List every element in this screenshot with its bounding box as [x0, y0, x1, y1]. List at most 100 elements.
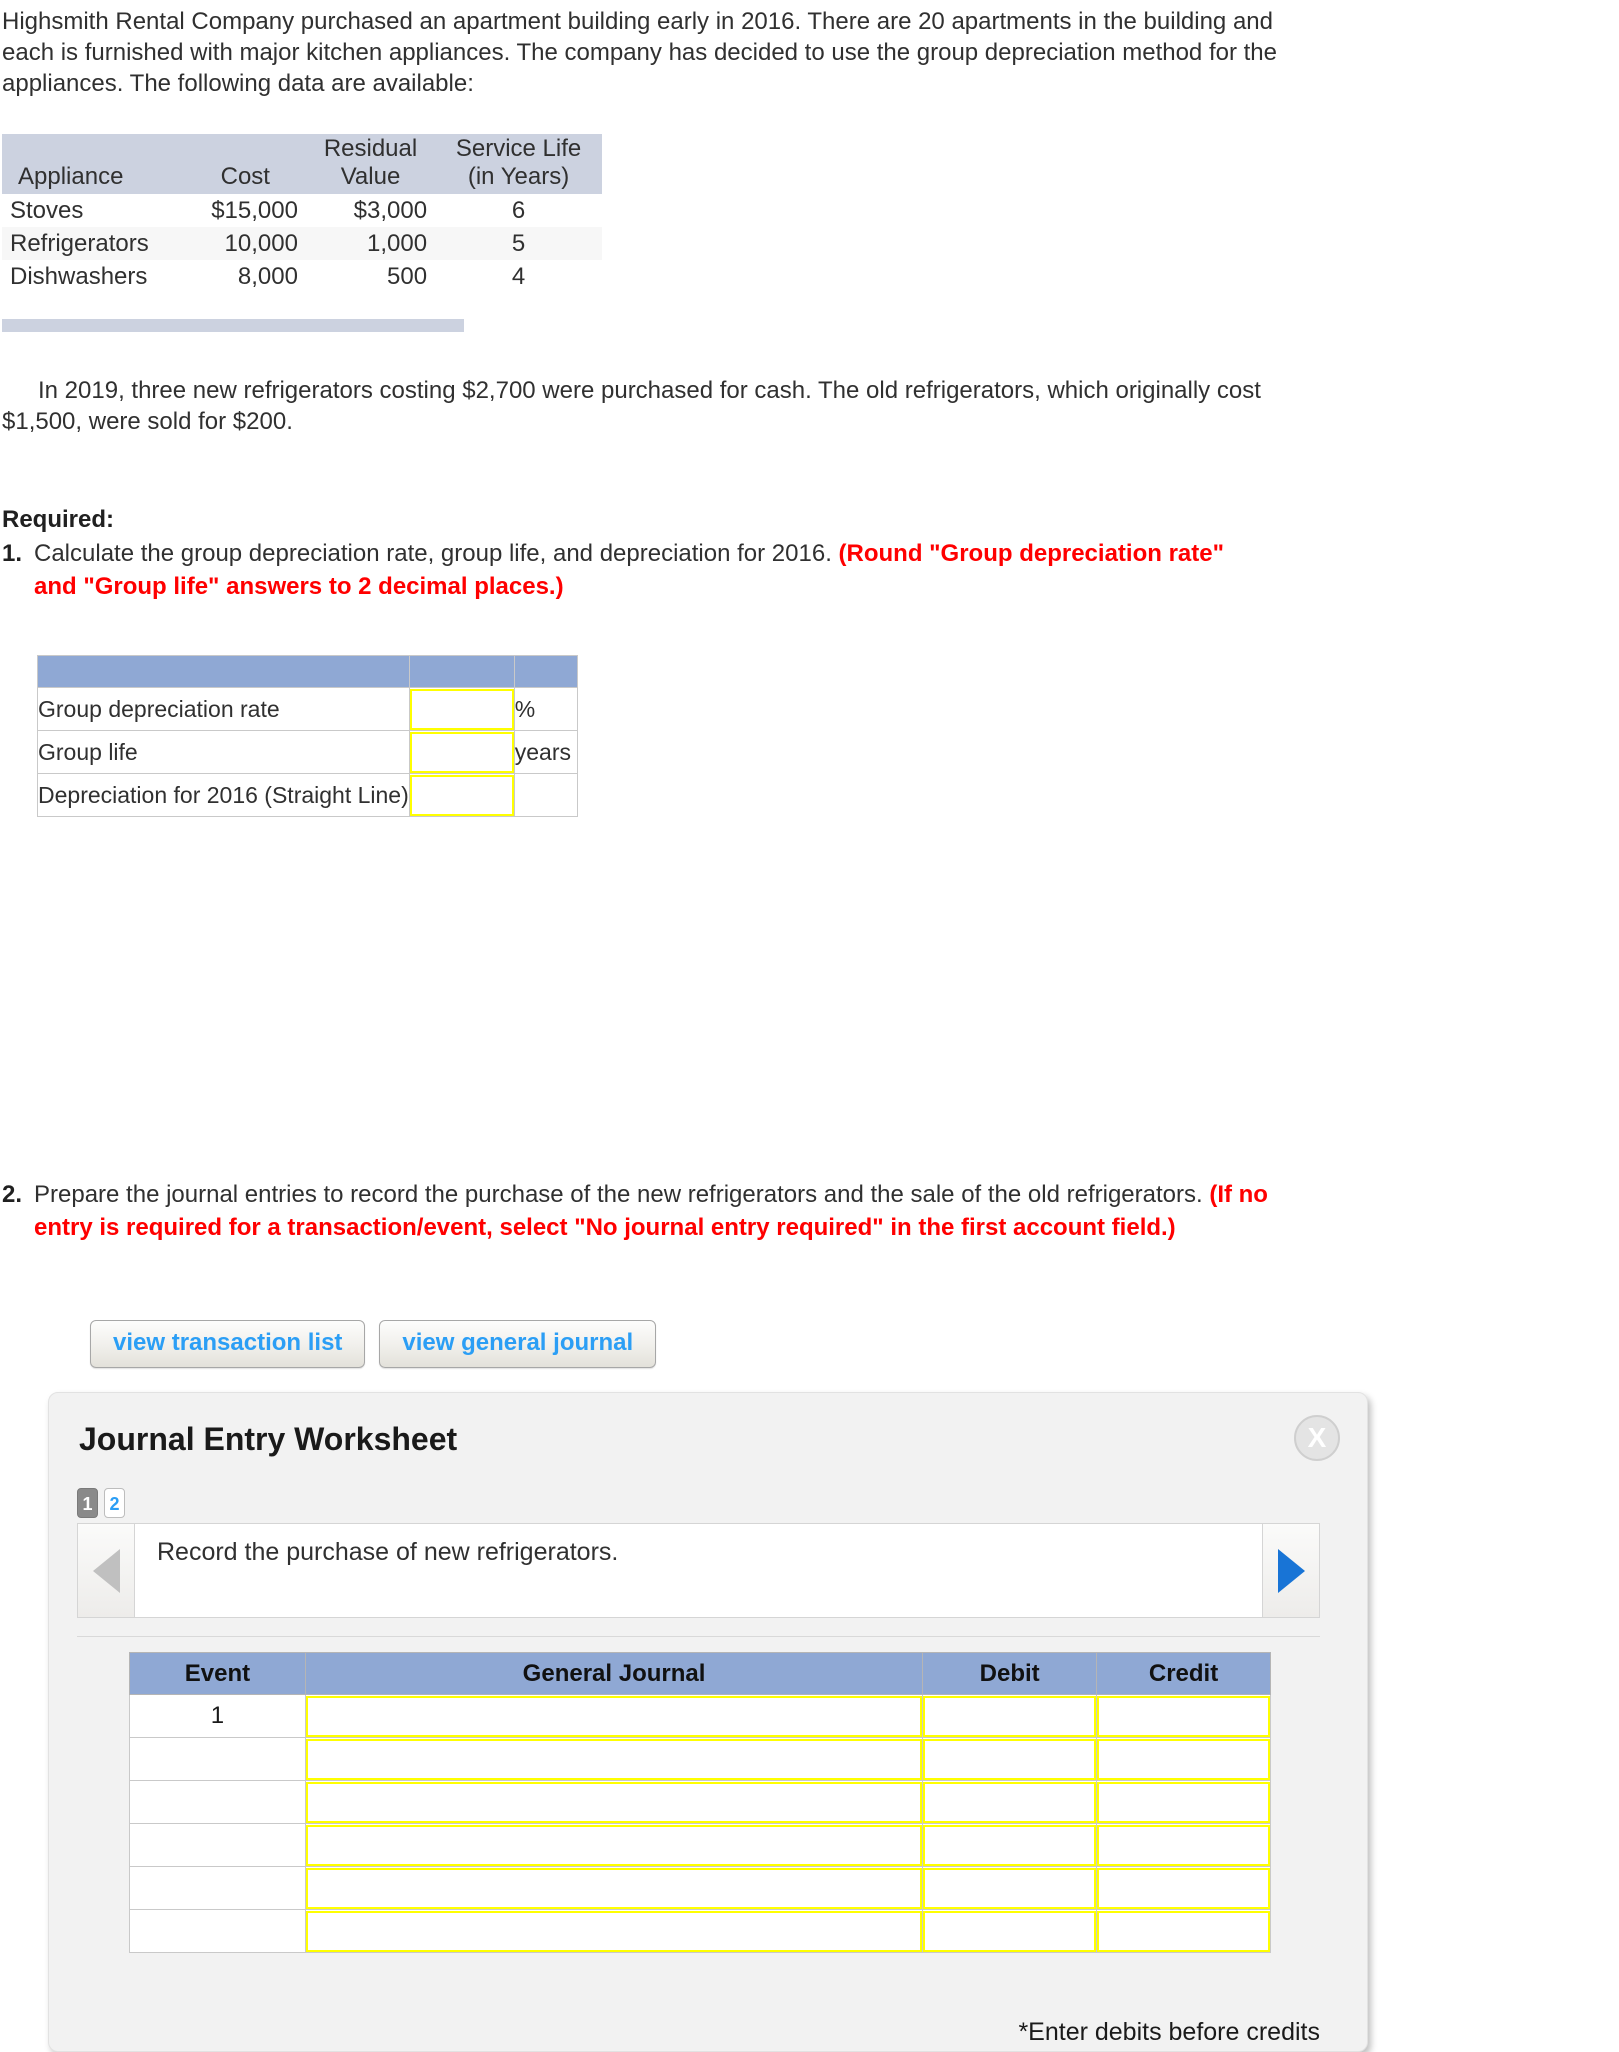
journal-credit-cell[interactable] [1096, 1737, 1271, 1781]
journal-account-input[interactable] [305, 1695, 923, 1737]
header-cost-text: Cost [220, 163, 270, 190]
journal-account-input[interactable] [305, 1738, 923, 1780]
requirement-1-body: Calculate the group depreciation rate, g… [34, 537, 1252, 603]
answer-input-cell[interactable] [408, 730, 515, 774]
appliance-table-header-row: Appliance Cost Residual Value Service Li… [2, 134, 602, 194]
header-appliance: Appliance [2, 134, 185, 194]
close-icon[interactable]: X [1294, 1415, 1340, 1461]
answer-table-body: Group depreciation rate % Group life yea… [37, 687, 578, 817]
journal-debit-input[interactable] [923, 1910, 1097, 1952]
answer-header-label-col [37, 655, 410, 688]
journal-debit-cell[interactable] [922, 1780, 1098, 1824]
worksheet-title: Journal Entry Worksheet [79, 1421, 458, 1457]
answer-input-cell[interactable] [408, 687, 515, 731]
header-appliance-text: Appliance [18, 163, 124, 190]
journal-credit-input[interactable] [1097, 1824, 1270, 1866]
journal-event-cell [129, 1737, 306, 1781]
cell-life: 5 [435, 227, 602, 260]
journal-account-cell[interactable] [304, 1694, 924, 1738]
answer-row-label: Group depreciation rate [37, 687, 410, 731]
chevron-right-icon [1277, 1548, 1305, 1593]
worksheet-page-tab-1[interactable]: 1 [77, 1488, 98, 1518]
journal-debit-cell[interactable] [922, 1694, 1098, 1738]
requirement-2: 2. Prepare the journal entries to record… [2, 1178, 1282, 1244]
view-general-journal-button[interactable]: view general journal [379, 1320, 657, 1368]
header-service-top: Service Life [455, 135, 582, 162]
journal-account-input[interactable] [305, 1781, 923, 1823]
table-row: Dishwashers 8,000 500 4 [2, 260, 602, 293]
journal-credit-input[interactable] [1097, 1738, 1270, 1780]
journal-account-cell[interactable] [304, 1780, 924, 1824]
journal-credit-input[interactable] [1097, 1695, 1270, 1737]
journal-debit-input[interactable] [923, 1695, 1097, 1737]
worksheet-page-tab-2[interactable]: 2 [104, 1488, 125, 1518]
journal-debit-cell[interactable] [922, 1866, 1098, 1910]
journal-event-cell [129, 1909, 306, 1953]
journal-credit-cell[interactable] [1096, 1866, 1271, 1910]
journal-account-cell[interactable] [304, 1737, 924, 1781]
table-row: Group depreciation rate % [37, 687, 578, 731]
table-row [129, 1866, 1271, 1910]
table-row: Stoves $15,000 $3,000 6 [2, 194, 602, 227]
journal-account-input[interactable] [305, 1910, 923, 1952]
cell-cost: 10,000 [184, 227, 306, 260]
journal-account-input[interactable] [305, 1867, 923, 1909]
view-buttons-group: view transaction list view general journ… [90, 1320, 657, 1368]
table-row [129, 1780, 1271, 1824]
journal-credit-input[interactable] [1097, 1867, 1270, 1909]
cell-cost: 8,000 [237, 263, 298, 290]
header-residual-value: Residual Value [305, 134, 436, 194]
journal-debit-input[interactable] [923, 1781, 1097, 1823]
journal-event-cell [129, 1823, 306, 1867]
requirement-1-text: Calculate the group depreciation rate, g… [34, 540, 839, 567]
answer-row-unit: years [513, 730, 578, 774]
table-row [129, 1823, 1271, 1867]
journal-account-cell[interactable] [304, 1909, 924, 1953]
table-row: Refrigerators 10,000 1,000 5 [2, 227, 602, 260]
journal-header-event: Event [129, 1652, 306, 1695]
group-life-input[interactable] [409, 731, 514, 773]
journal-account-cell[interactable] [304, 1866, 924, 1910]
cell-residual: 500 [387, 263, 428, 290]
chevron-left-icon [92, 1548, 120, 1593]
cell-residual: 1,000 [305, 227, 436, 260]
journal-account-cell[interactable] [304, 1823, 924, 1867]
cell-cost: $15,000 [211, 197, 298, 224]
group-depreciation-rate-input[interactable] [409, 688, 514, 730]
journal-debit-input[interactable] [923, 1738, 1097, 1780]
table-row [129, 1909, 1271, 1953]
journal-debit-input[interactable] [923, 1867, 1097, 1909]
journal-credit-cell[interactable] [1096, 1823, 1271, 1867]
enter-debits-note: *Enter debits before credits [1018, 2018, 1320, 2046]
answer-row-label: Group life [37, 730, 410, 774]
requirement-2-text: Prepare the journal entries to record th… [34, 1181, 1210, 1208]
requirement-1: 1. Calculate the group depreciation rate… [2, 537, 1252, 603]
journal-credit-cell[interactable] [1096, 1909, 1271, 1953]
worksheet-pager: 1 2 [77, 1488, 125, 1518]
journal-account-input[interactable] [305, 1824, 923, 1866]
header-cost: Cost [184, 134, 306, 194]
appliance-table-body: Stoves $15,000 $3,000 6 Refrigerators 10… [2, 194, 602, 293]
intro-paragraph: Highsmith Rental Company purchased an ap… [2, 8, 1277, 97]
journal-debit-cell[interactable] [922, 1823, 1098, 1867]
journal-debit-cell[interactable] [922, 1737, 1098, 1781]
header-service-bottom: (in Years) [467, 163, 570, 190]
table-row: 1 [129, 1694, 1271, 1738]
answer-row-unit [513, 773, 578, 817]
journal-table-wrap: Event General Journal Debit Credit 1 [77, 1636, 1320, 1953]
journal-credit-input[interactable] [1097, 1910, 1270, 1952]
journal-debit-cell[interactable] [922, 1909, 1098, 1953]
journal-credit-cell[interactable] [1096, 1694, 1271, 1738]
journal-credit-input[interactable] [1097, 1781, 1270, 1823]
answer-input-cell[interactable] [408, 773, 515, 817]
journal-event-cell [129, 1866, 306, 1910]
depreciation-2016-input[interactable] [409, 774, 514, 816]
next-entry-button[interactable] [1262, 1524, 1319, 1617]
table-row: Group life years [37, 730, 578, 774]
header-residual-bottom: Value [340, 163, 401, 190]
view-transaction-list-button[interactable]: view transaction list [90, 1320, 366, 1368]
journal-credit-cell[interactable] [1096, 1780, 1271, 1824]
previous-entry-button[interactable] [78, 1524, 135, 1617]
journal-debit-input[interactable] [923, 1824, 1097, 1866]
cell-residual: $3,000 [353, 197, 428, 224]
